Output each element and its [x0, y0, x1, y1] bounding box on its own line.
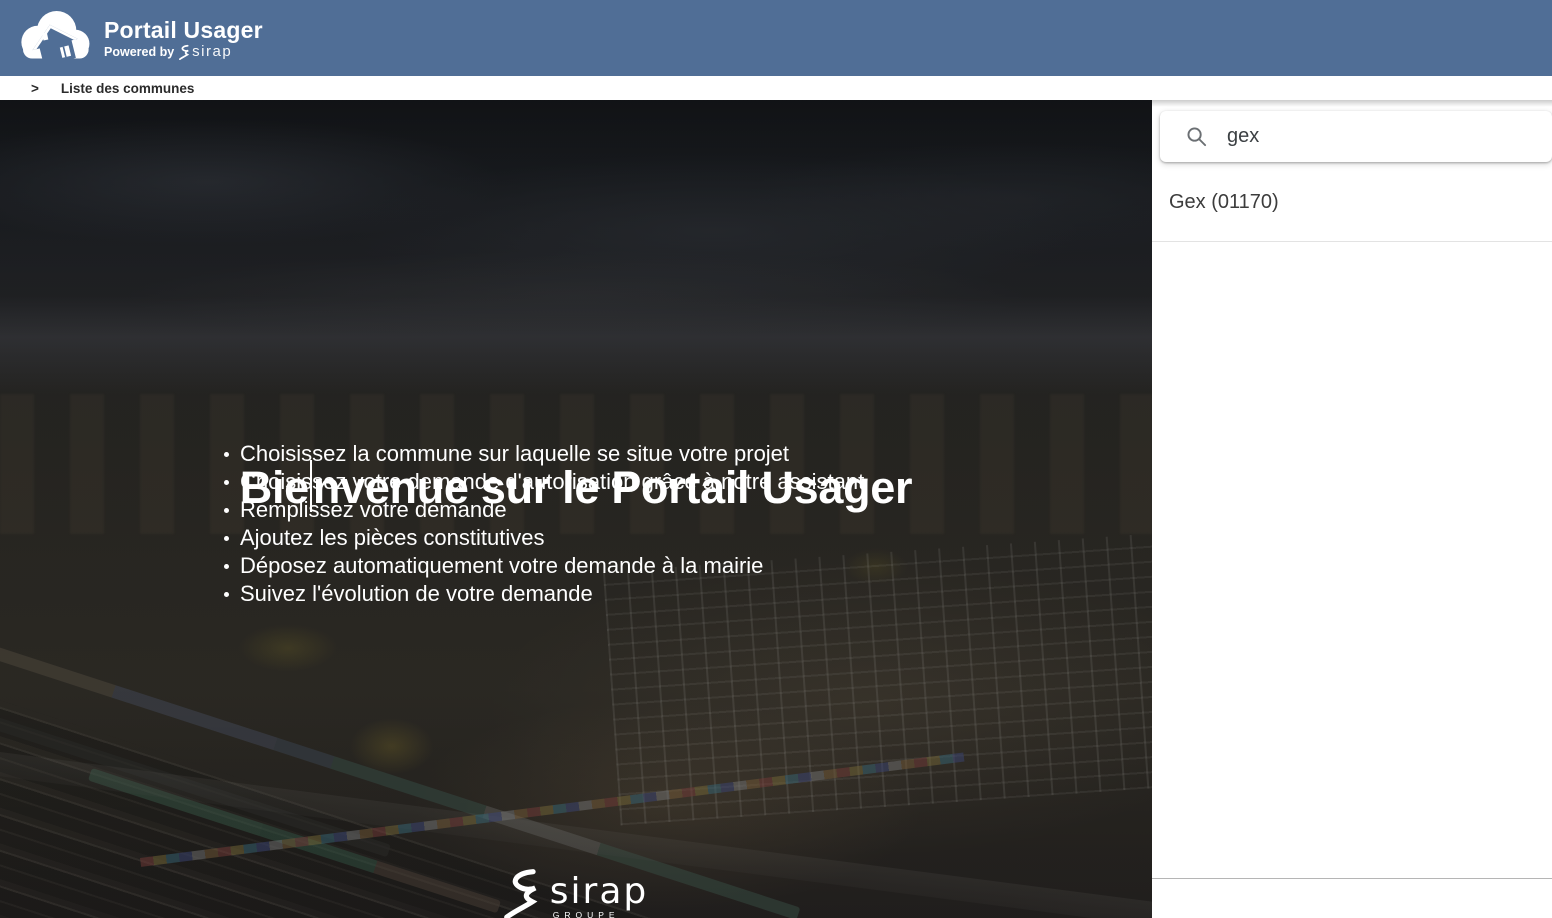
- powered-by-label: Powered by: [104, 45, 174, 59]
- breadcrumb-separator: >: [31, 81, 39, 96]
- main-area: Bienvenue sur le Portail Usager Choisiss…: [0, 100, 1552, 918]
- hero-bullet: Ajoutez les pièces constitutives: [223, 524, 929, 552]
- hero-bullet: Suivez l'évolution de votre demande: [223, 580, 929, 608]
- result-list-bottom-divider: [1152, 878, 1552, 879]
- sirap-footer-text: sirap GROUPE: [550, 876, 648, 918]
- hero-photo: Bienvenue sur le Portail Usager Choisiss…: [0, 100, 1152, 918]
- hero-content: Bienvenue sur le Portail Usager Choisiss…: [0, 100, 1152, 918]
- commune-result-gex[interactable]: Gex (01170): [1152, 163, 1552, 242]
- brand-name: sirap: [192, 45, 232, 59]
- footer-brand-subtitle: GROUPE: [553, 910, 648, 918]
- commune-search-box: [1160, 111, 1552, 162]
- hero-bullet: Déposez automatiquement votre demande à …: [223, 552, 929, 580]
- breadcrumb: > Liste des communes: [0, 76, 1552, 100]
- hero-bullet: Choisissez votre demande d'autorisation …: [223, 468, 929, 496]
- breadcrumb-item-liste-des-communes[interactable]: Liste des communes: [61, 81, 195, 96]
- footer-brand-name: sirap: [550, 876, 648, 908]
- cloud-house-icon: [14, 6, 96, 70]
- powered-by-row: Powered by sirap: [104, 44, 263, 60]
- commune-search-input[interactable]: [1227, 125, 1552, 148]
- portail-usager-page: Portail Usager Powered by sirap > Liste …: [0, 0, 1552, 918]
- app-title: Portail Usager: [104, 17, 263, 43]
- commune-search-sidebar: Gex (01170): [1152, 100, 1552, 918]
- swallow-icon: [179, 44, 192, 60]
- sirap-footer-logo: sirap GROUPE: [504, 866, 648, 918]
- app-header: Portail Usager Powered by sirap: [0, 0, 1552, 76]
- search-icon: [1185, 125, 1208, 148]
- header-text-block: Portail Usager Powered by sirap: [104, 17, 263, 60]
- hero-bullet: Remplissez votre demande: [223, 496, 929, 524]
- hero-bullet-list: Choisissez la commune sur laquelle se si…: [223, 440, 929, 608]
- swallow-icon: [504, 866, 548, 918]
- hero-bullet: Choisissez la commune sur laquelle se si…: [223, 440, 929, 468]
